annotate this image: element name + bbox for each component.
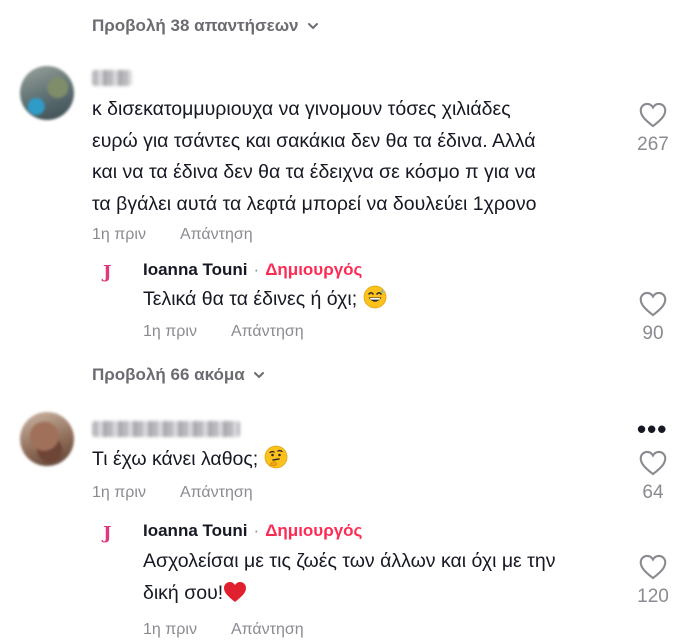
like-count: 120 (637, 586, 669, 607)
reply-button[interactable]: Απάντηση (180, 484, 253, 502)
thinking-face-emoji-icon (264, 445, 288, 469)
comment-meta: 1η πριν Απάντηση (143, 323, 304, 341)
reply-button[interactable]: Απάντηση (231, 323, 304, 341)
separator-dot: · (253, 521, 260, 540)
comment-time: 1η πριν (143, 621, 197, 638)
username-blurred[interactable] (92, 70, 132, 86)
view-more-label: Προβολή 66 ακόμα (92, 365, 245, 384)
heart-icon[interactable] (639, 450, 667, 476)
comment-text: κ δισεκατομμυριουχα να γινομουν τόσες χι… (92, 98, 537, 215)
avatar[interactable] (20, 66, 74, 120)
grinning-sweat-emoji-icon (363, 285, 386, 309)
comment-text: Ασχολείσαι με τις ζωές των άλλων και όχι… (143, 550, 556, 604)
creator-logo: J (103, 262, 112, 283)
heart-icon[interactable] (639, 102, 667, 128)
creator-logo: J (103, 523, 112, 544)
chevron-down-icon (253, 372, 264, 379)
comment-meta: 1η πριν Απάντηση (143, 621, 304, 639)
heart-icon[interactable] (639, 554, 667, 580)
comment-time: 1η πριν (92, 484, 146, 501)
creator-badge: Δημιουργός (265, 521, 363, 540)
like-count: 64 (642, 482, 664, 503)
like-count: 267 (637, 134, 669, 155)
view-more-button[interactable]: Προβολή 66 ακόμα (92, 365, 265, 385)
like-group: 64 (623, 450, 683, 504)
reply-header: Ioanna Touni · Δημιουργός (143, 260, 362, 280)
like-group: 120 (623, 554, 683, 608)
creator-badge: Δημιουργός (265, 260, 363, 279)
comment-text: Τι έχω κάνει λαθος; (92, 444, 288, 476)
separator-dot: · (253, 260, 260, 279)
comment-text: Τελικά θα τα έδινες ή όχι; (143, 284, 387, 316)
heart-icon[interactable] (639, 291, 667, 317)
chevron-down-icon (307, 23, 318, 30)
comment-time: 1η πριν (143, 323, 197, 340)
more-options-icon[interactable]: ••• (637, 414, 667, 445)
like-group: 267 (623, 102, 683, 156)
comment-meta: 1η πριν Απάντηση (92, 484, 253, 502)
view-replies-button[interactable]: Προβολή 38 απαντήσεων (92, 16, 319, 36)
comment-meta: 1η πριν Απάντηση (92, 226, 253, 244)
reply-button[interactable]: Απάντηση (180, 226, 253, 244)
like-count: 90 (642, 323, 664, 344)
red-heart-emoji-icon (224, 581, 247, 602)
author-name[interactable]: Ioanna Touni (143, 521, 248, 540)
author-name[interactable]: Ioanna Touni (143, 260, 248, 279)
avatar[interactable] (20, 412, 74, 466)
view-replies-label: Προβολή 38 απαντήσεων (92, 16, 299, 35)
comment-time: 1η πριν (92, 226, 146, 243)
reply-button[interactable]: Απάντηση (231, 621, 304, 639)
like-group: 90 (623, 291, 683, 345)
reply-header: Ioanna Touni · Δημιουργός (143, 521, 362, 541)
username-blurred[interactable] (92, 421, 240, 437)
